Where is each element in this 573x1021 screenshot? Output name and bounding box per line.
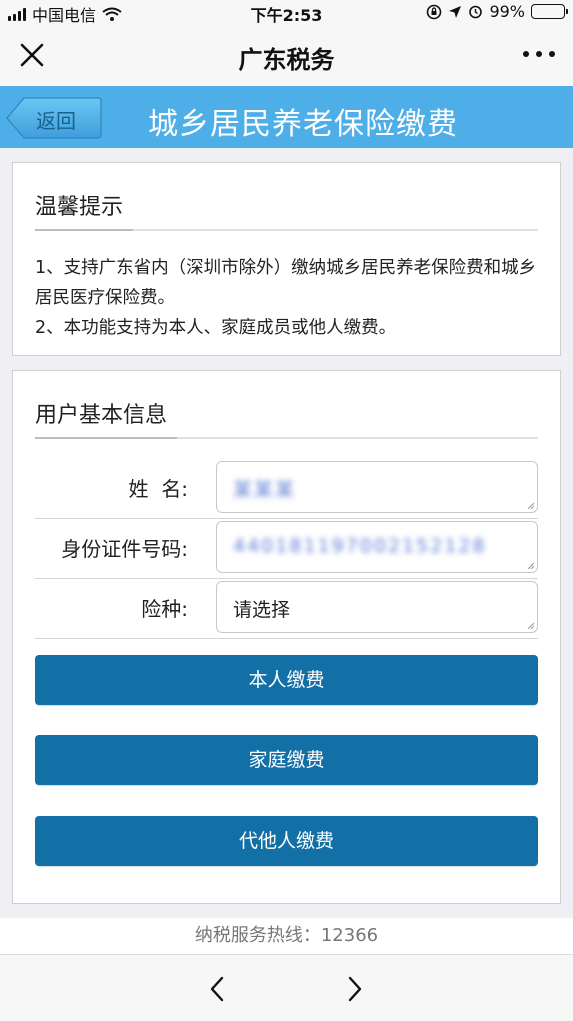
insurance-type-row: 险种: 请选择 [35,579,538,639]
nav-title: 广东税务 [238,46,335,74]
page-title: 城乡居民养老保险缴费 [148,107,458,142]
insurance-type-select[interactable]: 请选择 [216,581,538,633]
status-right: 99% [426,2,568,21]
user-info-title: 用户基本信息 [35,403,168,428]
tips-divider [35,229,538,231]
tips-line-1: 1、支持广东省内（深圳市除外）缴纳城乡居民养老保险费和城乡居民医疗保险费。 [35,258,537,308]
family-pay-button[interactable]: 家庭缴费 [35,735,538,785]
name-value: 某某某 [233,479,297,501]
location-icon [449,5,462,18]
hotline-text: 纳税服务热线：12366 [0,918,573,954]
id-number-value: 440181197002152128 [233,535,487,557]
name-field[interactable]: 某某某 [216,461,538,513]
name-label: 姓 名: [128,477,188,501]
insurance-type-label: 险种: [141,597,188,621]
tips-line-2: 2、本功能支持为本人、家庭成员或他人缴费。 [35,318,397,338]
user-info-divider [35,437,538,439]
id-number-row: 身份证件号码: 440181197002152128 [35,519,538,579]
more-icon[interactable] [523,42,555,66]
tips-content: 1、支持广东省内（深圳市除外）缴纳城乡居民养老保险费和城乡居民医疗保险费。 2、… [35,253,546,343]
battery-percent: 99% [489,2,525,21]
nav-bar: 广东税务 [0,24,573,86]
back-button[interactable]: 返回 [6,97,102,139]
tips-title: 温馨提示 [35,195,124,220]
insurance-type-value: 请选择 [233,599,291,621]
self-pay-button[interactable]: 本人缴费 [35,655,538,705]
page-banner: 返回 城乡居民养老保险缴费 [0,86,573,148]
tips-card: 温馨提示 1、支持广东省内（深圳市除外）缴纳城乡居民养老保险费和城乡居民医疗保险… [12,162,561,356]
user-info-card: 用户基本信息 姓 名: 某某某 身份证件号码: 4401811970021521… [12,370,561,904]
forward-chevron-icon[interactable] [340,975,368,1003]
resize-handle-icon [527,502,534,509]
back-chevron-icon[interactable] [204,975,232,1003]
other-pay-button[interactable]: 代他人缴费 [35,816,538,866]
id-number-label: 身份证件号码: [61,537,188,561]
id-number-field[interactable]: 440181197002152128 [216,521,538,573]
resize-handle-icon [527,622,534,629]
browser-bottom-bar [0,954,573,1021]
status-bar: 中国电信 下午2:53 99% [0,0,573,25]
alarm-icon [469,5,483,19]
battery-icon [531,4,568,19]
name-row: 姓 名: 某某某 [35,459,538,519]
screen-lock-icon [427,4,442,19]
resize-handle-icon [527,562,534,569]
back-button-label: 返回 [36,109,76,133]
